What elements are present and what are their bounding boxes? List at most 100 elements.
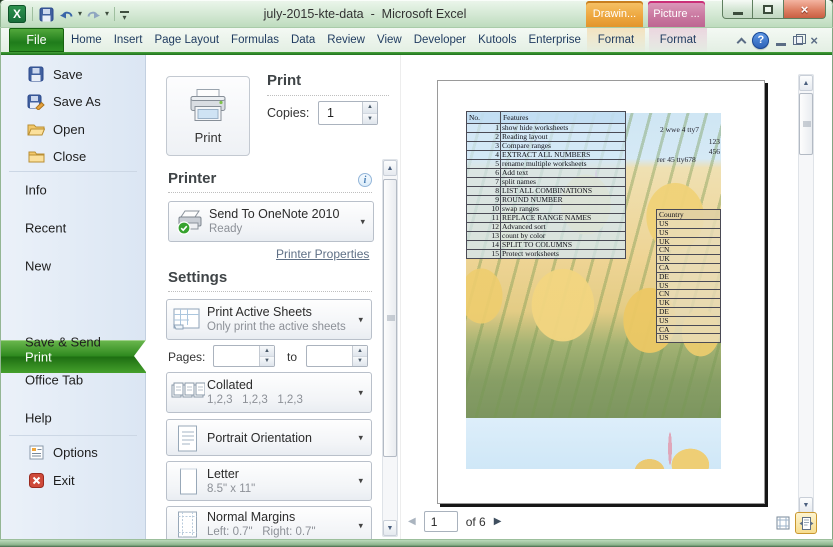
tab-view[interactable]: View	[371, 28, 408, 52]
sidebar-item-label: Save As	[53, 94, 101, 109]
tab-review[interactable]: Review	[321, 28, 371, 52]
workbook-minimize-button[interactable]	[776, 43, 786, 46]
sidebar-item-save-as[interactable]: Save As	[1, 89, 146, 113]
table-row: 3Compare ranges	[467, 142, 626, 151]
sidebar-item-save[interactable]: Save	[1, 62, 146, 86]
orientation-select[interactable]: Portrait Orientation ▾	[166, 419, 372, 456]
tab-data[interactable]: Data	[285, 28, 321, 52]
tab-home[interactable]: Home	[65, 28, 108, 52]
cell-feature: swap ranges	[501, 205, 626, 214]
title-bar: X ▾	[0, 0, 833, 28]
save-quick-button[interactable]	[38, 5, 55, 23]
redo-button[interactable]	[85, 5, 102, 23]
redo-dropdown[interactable]: ▾	[105, 5, 109, 23]
close-button[interactable]: ×	[784, 0, 826, 19]
show-margins-button[interactable]	[774, 514, 792, 532]
quick-access-toolbar: ▾ ▾ ▾	[30, 4, 129, 24]
workbook-close-button[interactable]: ×	[810, 34, 818, 47]
scroll-up-button[interactable]: ▲	[799, 75, 813, 91]
paper-size-select[interactable]: Letter 8.5" x 11" ▾	[166, 461, 372, 501]
copies-input[interactable]: 1 ▲ ▼	[318, 101, 378, 125]
spin-down-button[interactable]: ▼	[260, 357, 274, 367]
customize-qat-button[interactable]: ▾	[120, 8, 129, 20]
sidebar-item-help[interactable]: Help	[1, 405, 146, 431]
sidebar-item-label: Options	[53, 445, 98, 460]
printer-icon	[188, 88, 228, 124]
spin-down-button[interactable]: ▼	[363, 114, 377, 125]
help-button[interactable]: ?	[752, 32, 769, 49]
printer-select[interactable]: Send To OneNote 2010 Ready ▾	[168, 201, 374, 242]
print-what-select[interactable]: Print Active Sheets Only print the activ…	[166, 299, 372, 340]
spin-up-button[interactable]: ▲	[260, 346, 274, 357]
cell-country: CN	[657, 246, 721, 255]
sidebar-item-info[interactable]: Info	[1, 177, 146, 203]
current-page-input[interactable]: 1	[424, 511, 458, 532]
save-as-icon	[27, 92, 45, 110]
cell-country: US	[657, 316, 721, 325]
tab-kutools[interactable]: Kutools	[472, 28, 522, 52]
scroll-down-button[interactable]: ▼	[799, 497, 813, 513]
chevron-down-icon: ▾	[360, 216, 365, 227]
cell-no: 10	[467, 205, 501, 214]
sidebar-item-new[interactable]: New	[1, 253, 146, 279]
sidebar-item-office-tab[interactable]: Office Tab	[1, 367, 146, 393]
scrollbar-grip	[803, 122, 811, 127]
undo-dropdown[interactable]: ▾	[78, 5, 82, 23]
table-row: CA	[657, 263, 721, 272]
column-header-no: No.	[467, 112, 501, 124]
previous-page-button[interactable]: ◀	[408, 516, 416, 527]
tab-drawing-format[interactable]: Format	[587, 28, 645, 52]
sidebar-item-recent[interactable]: Recent	[1, 215, 146, 241]
table-row: UK	[657, 237, 721, 246]
sidebar-separator	[9, 171, 137, 172]
print-heading: Print	[267, 72, 301, 89]
scroll-down-button[interactable]: ▼	[383, 520, 397, 536]
sidebar-item-open[interactable]: Open	[1, 117, 146, 141]
collapse-ribbon-button[interactable]	[737, 37, 747, 47]
undo-button[interactable]	[58, 5, 75, 23]
preview-scrollbar[interactable]: ▲ ▼	[798, 74, 814, 514]
table-row: CA	[657, 325, 721, 334]
tab-page-layout[interactable]: Page Layout	[148, 28, 225, 52]
pages-from-input[interactable]: ▲ ▼	[213, 345, 275, 367]
scrollbar-thumb[interactable]	[383, 179, 397, 457]
divider	[168, 192, 372, 193]
spin-down-button[interactable]: ▼	[353, 357, 367, 367]
next-page-button[interactable]: ▶	[494, 516, 502, 527]
zoom-to-page-button[interactable]	[795, 512, 817, 534]
sidebar-item-close[interactable]: Close	[1, 144, 146, 168]
tab-insert[interactable]: Insert	[108, 28, 149, 52]
spin-up-button[interactable]: ▲	[353, 346, 367, 357]
collation-select[interactable]: Collated 1,2,3 1,2,3 1,2,3 ▾	[166, 372, 372, 413]
printer-properties-link[interactable]: Printer Properties	[276, 247, 369, 261]
info-icon[interactable]: i	[358, 173, 372, 187]
tab-enterprise[interactable]: Enterprise	[523, 28, 587, 52]
tab-formulas[interactable]: Formulas	[225, 28, 285, 52]
table-row: CN	[657, 246, 721, 255]
chevron-down-icon: ▾	[358, 521, 363, 532]
sidebar-item-options[interactable]: Options	[1, 440, 146, 464]
settings-scrollbar[interactable]: ▲ ▼	[382, 159, 398, 537]
cell-feature: EXTRACT ALL NUMBERS	[501, 151, 626, 160]
workbook-restore-button[interactable]	[793, 36, 803, 45]
sidebar-item-save-and-send[interactable]: Save & Send	[1, 329, 146, 355]
minimize-button[interactable]	[722, 0, 753, 19]
tab-developer[interactable]: Developer	[408, 28, 472, 52]
tab-picture-format[interactable]: Format	[649, 28, 707, 52]
undo-icon	[59, 8, 74, 21]
spin-up-button[interactable]: ▲	[363, 102, 377, 114]
tab-file[interactable]: File	[9, 28, 64, 52]
column-header-country: Country	[657, 210, 721, 220]
sidebar-separator	[9, 435, 137, 436]
pages-to-input[interactable]: ▲ ▼	[306, 345, 368, 367]
sidebar-item-exit[interactable]: Exit	[1, 468, 146, 492]
scrollbar-thumb[interactable]	[799, 93, 813, 155]
excel-window: X ▾	[0, 0, 833, 547]
scroll-up-button[interactable]: ▲	[383, 160, 397, 176]
maximize-button[interactable]	[753, 0, 784, 19]
cell-feature: Compare ranges	[501, 142, 626, 151]
excel-app-icon[interactable]: X	[8, 5, 26, 23]
print-button[interactable]: Print	[166, 76, 250, 156]
table-row: 10swap ranges	[467, 205, 626, 214]
ribbon-right-controls: ? ×	[738, 31, 818, 49]
